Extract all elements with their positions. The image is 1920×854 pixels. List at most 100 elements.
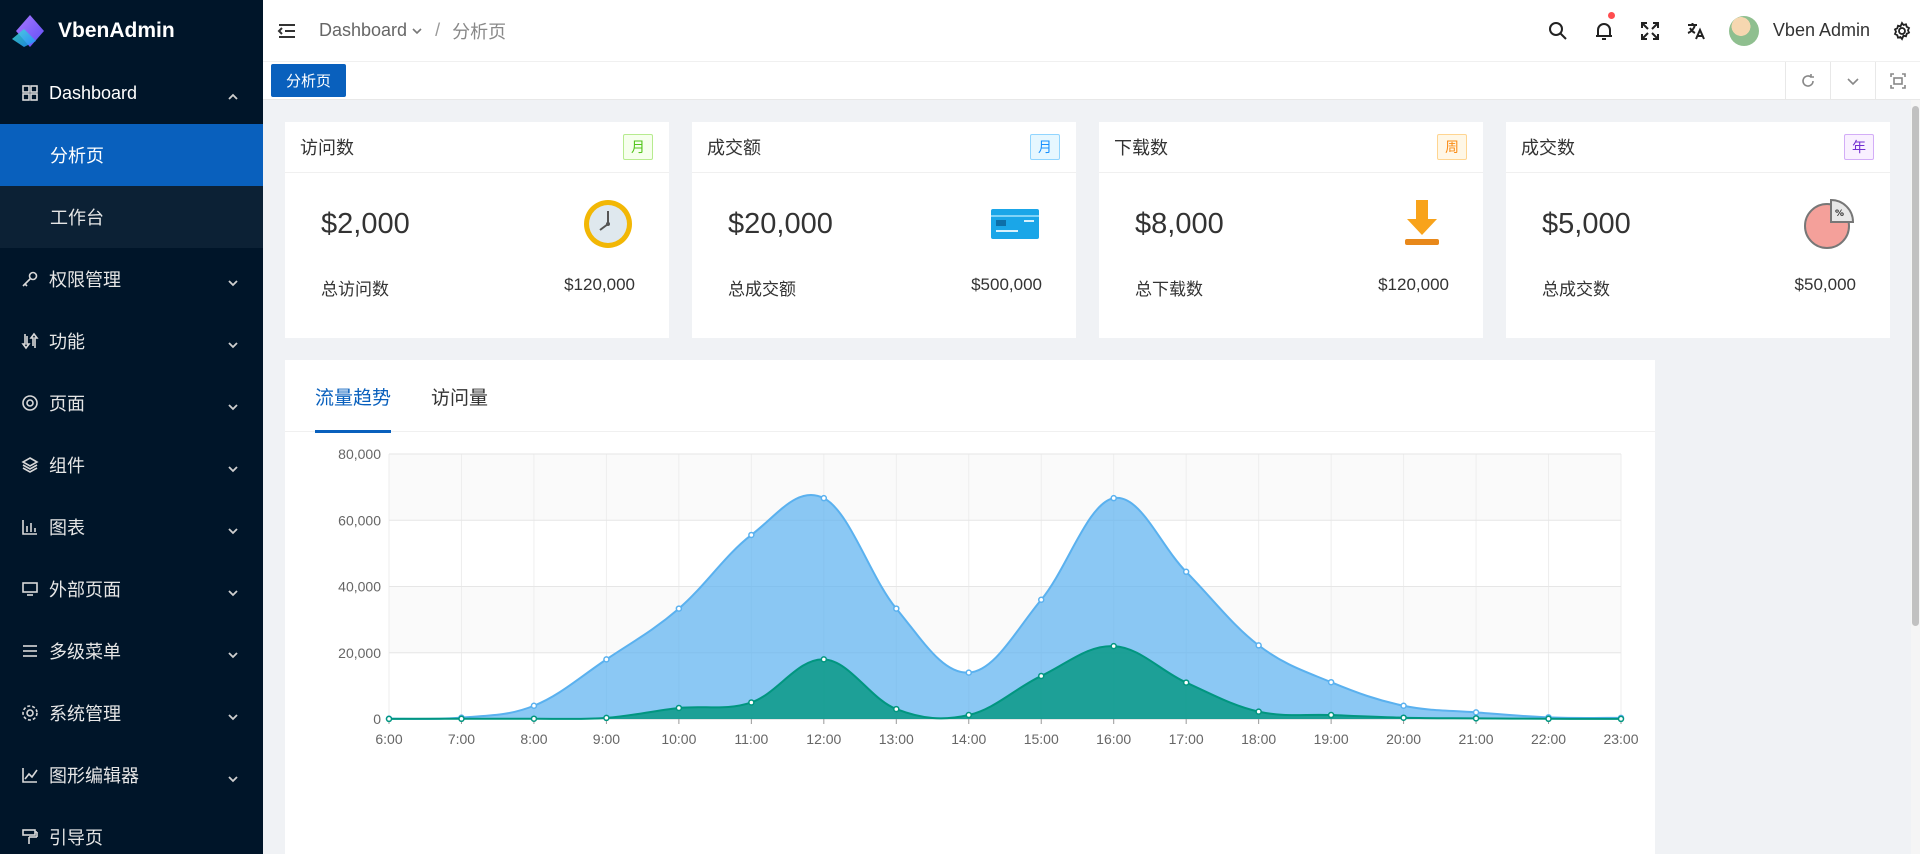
card-body: $8,000 [1099, 173, 1483, 275]
sidebar-item-page[interactable]: 页面 [0, 372, 263, 434]
chart-tabs: 流量趋势 访问量 [285, 360, 1655, 433]
guide-icon [21, 828, 39, 846]
app-logo[interactable]: VbenAdmin [0, 0, 263, 62]
x-tick-label: 23:00 [1603, 731, 1638, 747]
sidebar-item-label: 组件 [49, 456, 85, 476]
x-tick-label: 12:00 [806, 731, 841, 747]
sidebar-item-dashboard[interactable]: Dashboard [0, 62, 263, 124]
card-footer-label: 总访问数 [321, 280, 389, 299]
settings-gear-icon[interactable] [1884, 0, 1920, 62]
chevron-up-icon [227, 87, 239, 100]
breadcrumb: Dashboard / 分析页 [319, 18, 506, 44]
sidebar-item-system[interactable]: 系统管理 [0, 682, 263, 744]
series-2-point [1617, 715, 1625, 723]
card-footer: 总成交额 $500,000 [692, 275, 1076, 300]
menu-fold-icon[interactable] [277, 21, 297, 41]
sidebar-item-charts[interactable]: 图表 [0, 496, 263, 558]
series-2-point [1182, 679, 1190, 686]
series-2-point [1110, 642, 1117, 650]
fold-content-icon[interactable] [1875, 61, 1920, 100]
card-footer: 总访问数 $120,000 [285, 275, 669, 300]
fullscreen-icon[interactable] [1627, 0, 1673, 62]
x-tick-label: 20:00 [1386, 731, 1421, 747]
grid-band [389, 454, 1621, 521]
chevron-down-icon [227, 583, 239, 597]
sidebar-item-label: 外部页面 [49, 580, 121, 600]
card-footer-label: 总成交额 [728, 280, 796, 299]
sidebar-item-components[interactable]: 组件 [0, 434, 263, 496]
series-1-point [1110, 494, 1117, 502]
sidebar-item-graph-editor[interactable]: 图形编辑器 [0, 744, 263, 806]
x-tick-label: 17:00 [1169, 731, 1204, 747]
chevron-down-icon[interactable] [407, 20, 423, 41]
breadcrumb-root[interactable]: Dashboard [319, 20, 407, 41]
period-tag: 月 [623, 134, 653, 160]
tab-visits[interactable]: 访问量 [431, 360, 488, 432]
stat-card-downloads: 下载数 周 $8,000 总下载数 $120,000 [1099, 122, 1483, 338]
x-tick-label: 7:00 [448, 731, 475, 747]
series-2-point [893, 705, 900, 713]
series-2-point [458, 715, 465, 723]
translate-icon[interactable] [1673, 0, 1719, 62]
chevron-down-icon[interactable] [1830, 61, 1875, 100]
x-tick-label: 9:00 [593, 731, 620, 747]
menu-icon [21, 642, 39, 660]
sidebar-item-label: 功能 [49, 332, 85, 352]
tab-analysis[interactable]: 分析页 [271, 64, 347, 97]
stat-card-sales: 成交额 月 $20,000 总成交额 $500,000 [692, 122, 1076, 338]
scrollbar-thumb[interactable] [1912, 106, 1919, 626]
main-content: 访问数 月 $2,000 总访问数 $120,000 成交额 月 $20,000 [263, 100, 1920, 854]
notification-bell-icon[interactable] [1581, 0, 1627, 62]
sidebar-item-analysis[interactable]: 分析页 [0, 124, 263, 186]
series-2-point [1545, 715, 1552, 723]
card-value: $20,000 [728, 207, 833, 240]
series-1-point [1255, 642, 1262, 649]
card-header: 访问数 月 [285, 122, 669, 173]
series-1-point [603, 656, 610, 663]
chevron-down-icon [227, 397, 239, 411]
x-tick-label: 15:00 [1024, 731, 1059, 747]
user-dropdown[interactable]: Vben Admin [1719, 15, 1884, 46]
page-scrollbar[interactable] [1911, 100, 1920, 854]
page-icon [21, 394, 39, 412]
download-icon [1405, 200, 1439, 245]
layers-icon [21, 456, 39, 474]
top-header: Dashboard / 分析页 Vben Admin [263, 0, 1920, 62]
sidebar-item-guide[interactable]: 引导页 [0, 806, 263, 854]
sidebar-item-multilevel[interactable]: 多级菜单 [0, 620, 263, 682]
svg-text:%: % [1835, 209, 1844, 219]
refresh-icon[interactable] [1785, 61, 1830, 100]
x-tick-label: 11:00 [734, 731, 768, 747]
series-2-point [1472, 715, 1480, 722]
y-tick-label: 60,000 [338, 512, 381, 528]
app-name: VbenAdmin [58, 19, 175, 42]
sidebar-item-function[interactable]: 功能 [0, 310, 263, 372]
card-footer-label: 总成交数 [1542, 280, 1610, 299]
card-title: 下载数 [1114, 138, 1168, 158]
sidebar-item-workbench[interactable]: 工作台 [0, 186, 263, 248]
sidebar-item-external[interactable]: 外部页面 [0, 558, 263, 620]
card-footer-label: 总下载数 [1135, 280, 1203, 299]
series-2-point [820, 656, 828, 663]
sidebar: VbenAdmin Dashboard 分析页 工作台 权限管理 功能 页面 组… [0, 0, 263, 854]
series-2-point [385, 715, 393, 723]
sidebar-item-permission[interactable]: 权限管理 [0, 248, 263, 310]
desktop-icon [21, 580, 39, 598]
card-header: 下载数 周 [1099, 122, 1483, 173]
period-tag: 月 [1030, 134, 1060, 160]
series-2-point [675, 704, 683, 712]
stat-card-deals: 成交数 年 $5,000 % 总成交数 $50,000 [1506, 122, 1890, 338]
sidebar-item-label: 工作台 [50, 208, 104, 228]
series-1-point [1472, 709, 1480, 716]
card-footer-value: $120,000 [1378, 275, 1449, 294]
header-actions: Vben Admin [1535, 0, 1920, 62]
function-icon [21, 332, 39, 350]
search-icon[interactable] [1535, 0, 1581, 62]
tab-traffic-trend[interactable]: 流量趋势 [315, 360, 392, 433]
series-2-point [1327, 711, 1335, 719]
x-tick-label: 16:00 [1096, 731, 1131, 747]
card-body: $20,000 [692, 173, 1076, 275]
series-1-point [1037, 596, 1045, 603]
stat-card-visits: 访问数 月 $2,000 总访问数 $120,000 [285, 122, 669, 338]
series-1-point [1182, 568, 1190, 576]
